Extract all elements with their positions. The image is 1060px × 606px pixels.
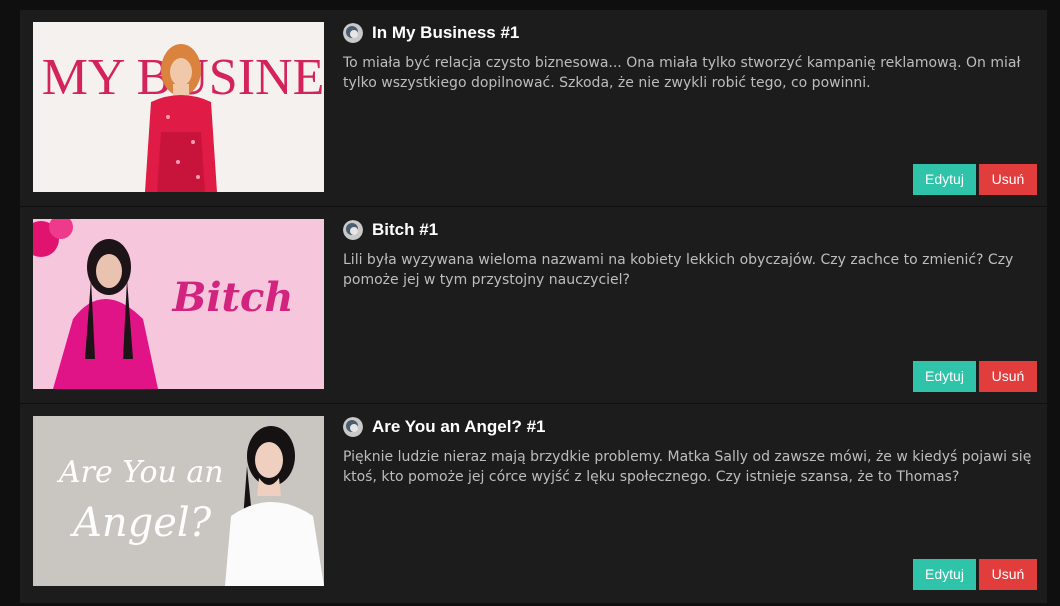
story-list: IN MY BUSINESS In My Business #1 To m — [20, 10, 1047, 604]
cover-text: Bitch — [172, 274, 294, 321]
story-title-row: Bitch #1 — [343, 219, 438, 241]
delete-button[interactable]: Usuń — [979, 164, 1037, 195]
story-cover-image[interactable]: Bitch — [33, 219, 324, 389]
cover-text-line1: Are You an — [56, 455, 224, 490]
cover-text-line2: Angel? — [69, 500, 212, 546]
story-row: Bitch Bitch #1 Lili była wyzywana wielom… — [20, 207, 1047, 404]
story-row: Are You an Angel? Are You an Angel? #1 P… — [20, 404, 1047, 604]
delete-button[interactable]: Usuń — [979, 559, 1037, 590]
edit-button[interactable]: Edytuj — [913, 559, 976, 590]
story-title-row: In My Business #1 — [343, 22, 519, 44]
story-description: Pięknie ludzie nieraz mają brzydkie prob… — [343, 449, 1032, 485]
edit-button[interactable]: Edytuj — [913, 164, 976, 195]
story-cover-image[interactable]: IN MY BUSINESS — [33, 22, 324, 192]
story-title[interactable]: Bitch #1 — [372, 220, 438, 240]
story-cover-image[interactable]: Are You an Angel? — [33, 416, 324, 586]
cover-in-my-business: IN MY BUSINESS — [33, 22, 324, 192]
cover-bitch: Bitch — [33, 219, 324, 389]
story-row: IN MY BUSINESS In My Business #1 To m — [20, 10, 1047, 207]
edit-button[interactable]: Edytuj — [913, 361, 976, 392]
cover-are-you-an-angel: Are You an Angel? — [33, 416, 324, 586]
delete-button[interactable]: Usuń — [979, 361, 1037, 392]
author-avatar-icon — [343, 220, 363, 240]
author-avatar-icon — [343, 417, 363, 437]
story-title-row: Are You an Angel? #1 — [343, 416, 546, 438]
story-description: To miała być relacja czysto biznesowa...… — [343, 55, 1021, 91]
author-avatar-icon — [343, 23, 363, 43]
story-description: Lili była wyzywana wieloma nazwami na ko… — [343, 252, 1014, 288]
story-title[interactable]: Are You an Angel? #1 — [372, 417, 546, 437]
story-title[interactable]: In My Business #1 — [372, 23, 519, 43]
